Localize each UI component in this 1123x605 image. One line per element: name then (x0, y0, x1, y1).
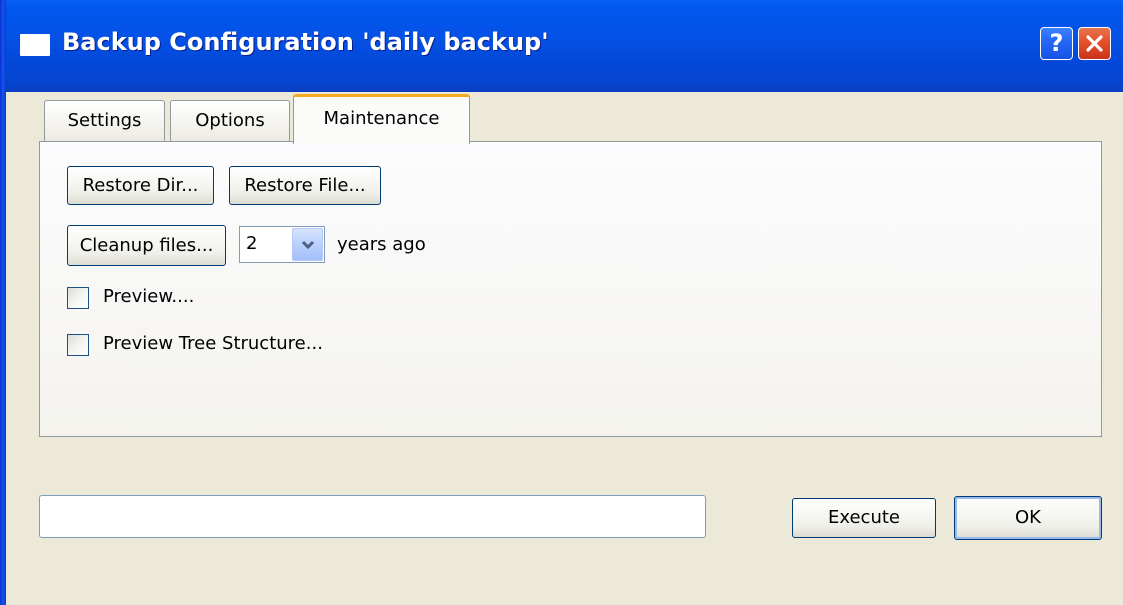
years-ago-label: years ago (337, 234, 426, 255)
chevron-down-icon (301, 240, 315, 250)
status-field[interactable] (39, 495, 706, 538)
cleanup-years-value: 2 (246, 233, 258, 254)
preview-option[interactable]: Preview.... (67, 286, 367, 311)
help-button[interactable]: ? (1040, 27, 1073, 60)
tab-settings[interactable]: Settings (44, 100, 165, 142)
window-left-border (0, 0, 6, 605)
cleanup-files-button[interactable]: Cleanup files... (67, 225, 226, 266)
preview-checkbox[interactable] (67, 287, 89, 309)
backup-config-window: Backup Configuration 'daily backup' ? Se… (0, 0, 1123, 605)
tab-options[interactable]: Options (170, 100, 290, 142)
preview-tree-label: Preview Tree Structure... (103, 333, 323, 354)
preview-label: Preview.... (103, 286, 195, 307)
tab-maintenance-label: Maintenance (323, 108, 440, 129)
tab-settings-label: Settings (67, 110, 142, 131)
restore-dir-button[interactable]: Restore Dir... (67, 166, 214, 205)
window-icon (20, 34, 50, 56)
help-icon: ? (1049, 29, 1064, 57)
preview-tree-option[interactable]: Preview Tree Structure... (67, 333, 467, 358)
close-icon (1086, 35, 1103, 52)
ok-button[interactable]: OK (954, 496, 1102, 540)
cleanup-years-select[interactable]: 2 (239, 226, 325, 263)
preview-tree-checkbox[interactable] (67, 334, 89, 356)
window-title: Backup Configuration 'daily backup' (62, 28, 549, 56)
cleanup-years-dropdown-button[interactable] (292, 228, 323, 261)
tab-options-label: Options (195, 110, 265, 131)
tab-maintenance[interactable]: Maintenance (293, 94, 470, 144)
restore-file-button[interactable]: Restore File... (229, 166, 381, 205)
title-bar[interactable]: Backup Configuration 'daily backup' ? (0, 0, 1123, 92)
execute-button[interactable]: Execute (792, 498, 936, 538)
close-button[interactable] (1078, 27, 1111, 60)
